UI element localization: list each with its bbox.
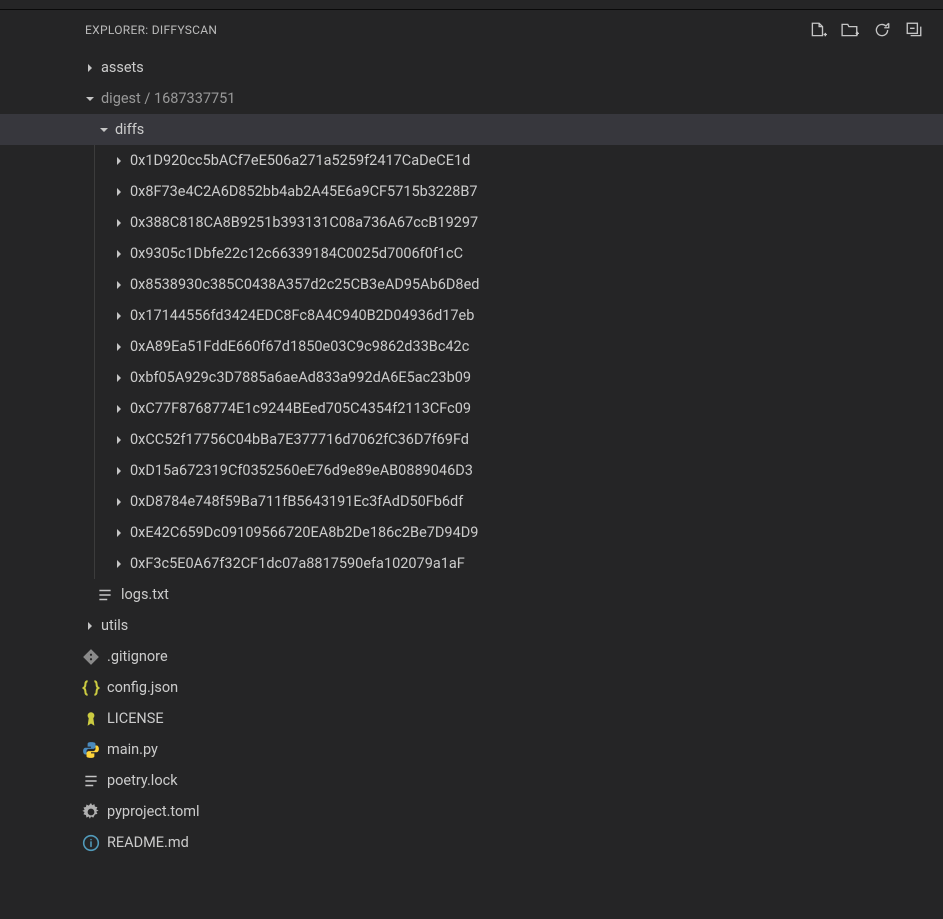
file-readme[interactable]: README.md [0, 827, 943, 858]
file-label: logs.txt [121, 586, 169, 603]
explorer-title: EXPLORER: DIFFYSCAN [85, 23, 809, 37]
file-label: config.json [107, 679, 178, 696]
chevron-right-icon [111, 432, 127, 448]
chevron-right-icon [111, 494, 127, 510]
file-label: main.py [107, 741, 158, 758]
folder-label: utils [101, 617, 128, 634]
text-file-icon [82, 772, 100, 790]
folder-label: 0xE42C659Dc09109566720EA8b2De186c2Be7D94… [130, 524, 478, 541]
folder-label: 0xA89Ea51FddE660f67d1850e03C9c9862d33Bc4… [130, 338, 469, 355]
folder-diff-item[interactable]: 0xA89Ea51FddE660f67d1850e03C9c9862d33Bc4… [95, 331, 943, 362]
header-actions [809, 21, 931, 39]
folder-diff-item[interactable]: 0xbf05A929c3D7885a6aeAd833a992dA6E5ac23b… [95, 362, 943, 393]
folder-assets[interactable]: assets [0, 52, 943, 83]
chevron-right-icon [111, 525, 127, 541]
folder-label: 0xbf05A929c3D7885a6aeAd833a992dA6E5ac23b… [130, 369, 471, 386]
chevron-right-icon [111, 339, 127, 355]
folder-diff-item[interactable]: 0xE42C659Dc09109566720EA8b2De186c2Be7D94… [95, 517, 943, 548]
folder-label: diffs [115, 121, 144, 138]
folder-label: 0xF3c5E0A67f32CF1dc07a8817590efa102079a1… [130, 555, 465, 572]
file-label: pyproject.toml [107, 803, 200, 820]
python-icon [82, 741, 100, 759]
folder-diff-item[interactable]: 0x17144556fd3424EDC8Fc8A4C940B2D04936d17… [95, 300, 943, 331]
chevron-right-icon [111, 184, 127, 200]
new-folder-icon[interactable] [841, 21, 859, 39]
file-label: README.md [107, 834, 189, 851]
folder-diff-item[interactable]: 0x8538930c385C0438A357d2c25CB3eAD95Ab6D8… [95, 269, 943, 300]
refresh-icon[interactable] [873, 21, 891, 39]
file-gitignore[interactable]: .gitignore [0, 641, 943, 672]
chevron-right-icon [111, 308, 127, 324]
chevron-right-icon [111, 246, 127, 262]
chevron-right-icon [111, 463, 127, 479]
file-tree: assets digest / 1687337751 diffs 0x1D920… [0, 50, 943, 858]
folder-digest[interactable]: digest / 1687337751 [0, 83, 943, 114]
explorer-header: EXPLORER: DIFFYSCAN [0, 10, 943, 50]
chevron-right-icon [111, 556, 127, 572]
path-separator: / [141, 90, 154, 107]
folder-diff-item[interactable]: 0x1D920cc5bACf7eE506a271a5259f2417CaDeCE… [95, 145, 943, 176]
folder-diff-item[interactable]: 0x8F73e4C2A6D852bb4ab2A45E6a9CF5715b3228… [95, 176, 943, 207]
collapse-all-icon[interactable] [905, 21, 923, 39]
folder-diff-item[interactable]: 0xCC52f17756C04bBa7E377716d7062fC36D7f69… [95, 424, 943, 455]
folder-diff-item[interactable]: 0xF3c5E0A67f32CF1dc07a8817590efa102079a1… [95, 548, 943, 579]
file-poetry-lock[interactable]: poetry.lock [0, 765, 943, 796]
folder-label: digest [101, 90, 141, 107]
chevron-right-icon [111, 401, 127, 417]
new-file-icon[interactable] [809, 21, 827, 39]
info-icon [82, 834, 100, 852]
folder-label: 0x9305c1Dbfe22c12c66339184C0025d7006f0f1… [130, 245, 463, 262]
chevron-right-icon [82, 60, 98, 76]
folder-diff-item[interactable]: 0x9305c1Dbfe22c12c66339184C0025d7006f0f1… [95, 238, 943, 269]
folder-diff-item[interactable]: 0xD15a672319Cf0352560eE76d9e89eAB0889046… [95, 455, 943, 486]
file-label: .gitignore [107, 648, 168, 665]
indent-guide: 0x1D920cc5bACf7eE506a271a5259f2417CaDeCE… [94, 145, 943, 579]
folder-utils[interactable]: utils [0, 610, 943, 641]
folder-label: 0xD8784e748f59Ba711fB5643191Ec3fAdD50Fb6… [130, 493, 463, 510]
folder-label: 0xD15a672319Cf0352560eE76d9e89eAB0889046… [130, 462, 473, 479]
chevron-right-icon [111, 370, 127, 386]
license-icon [82, 710, 100, 728]
title-bar [0, 0, 943, 10]
gear-icon [82, 803, 100, 821]
folder-diff-item[interactable]: 0xD8784e748f59Ba711fB5643191Ec3fAdD50Fb6… [95, 486, 943, 517]
folder-diffs[interactable]: diffs [0, 114, 943, 145]
chevron-right-icon [111, 277, 127, 293]
file-main-py[interactable]: main.py [0, 734, 943, 765]
explorer-panel: EXPLORER: DIFFYSCAN assets [0, 10, 943, 919]
file-license[interactable]: LICENSE [0, 703, 943, 734]
file-label: LICENSE [107, 710, 164, 727]
folder-label: 0xCC52f17756C04bBa7E377716d7062fC36D7f69… [130, 431, 469, 448]
folder-diff-item[interactable]: 0x388C818CA8B9251b393131C08a736A67ccB192… [95, 207, 943, 238]
folder-label: 0x388C818CA8B9251b393131C08a736A67ccB192… [130, 214, 478, 231]
folder-label: 0x8538930c385C0438A357d2c25CB3eAD95Ab6D8… [130, 276, 479, 293]
chevron-down-icon [96, 122, 112, 138]
folder-label: 0x1D920cc5bACf7eE506a271a5259f2417CaDeCE… [130, 152, 470, 169]
folder-label: 0x17144556fd3424EDC8Fc8A4C940B2D04936d17… [130, 307, 474, 324]
file-config-json[interactable]: config.json [0, 672, 943, 703]
chevron-down-icon [82, 91, 98, 107]
file-label: poetry.lock [107, 772, 178, 789]
file-pyproject-toml[interactable]: pyproject.toml [0, 796, 943, 827]
folder-label: 0xC77F8768774E1c9244BEed705C4354f2113CFc… [130, 400, 471, 417]
folder-label: assets [101, 59, 144, 76]
json-icon [82, 679, 100, 697]
folder-label: 0x8F73e4C2A6D852bb4ab2A45E6a9CF5715b3228… [130, 183, 478, 200]
text-file-icon [96, 586, 114, 604]
folder-label: 1687337751 [154, 90, 236, 107]
chevron-right-icon [82, 618, 98, 634]
chevron-right-icon [111, 153, 127, 169]
chevron-right-icon [111, 215, 127, 231]
git-icon [82, 648, 100, 666]
file-logs[interactable]: logs.txt [0, 579, 943, 610]
folder-diff-item[interactable]: 0xC77F8768774E1c9244BEed705C4354f2113CFc… [95, 393, 943, 424]
